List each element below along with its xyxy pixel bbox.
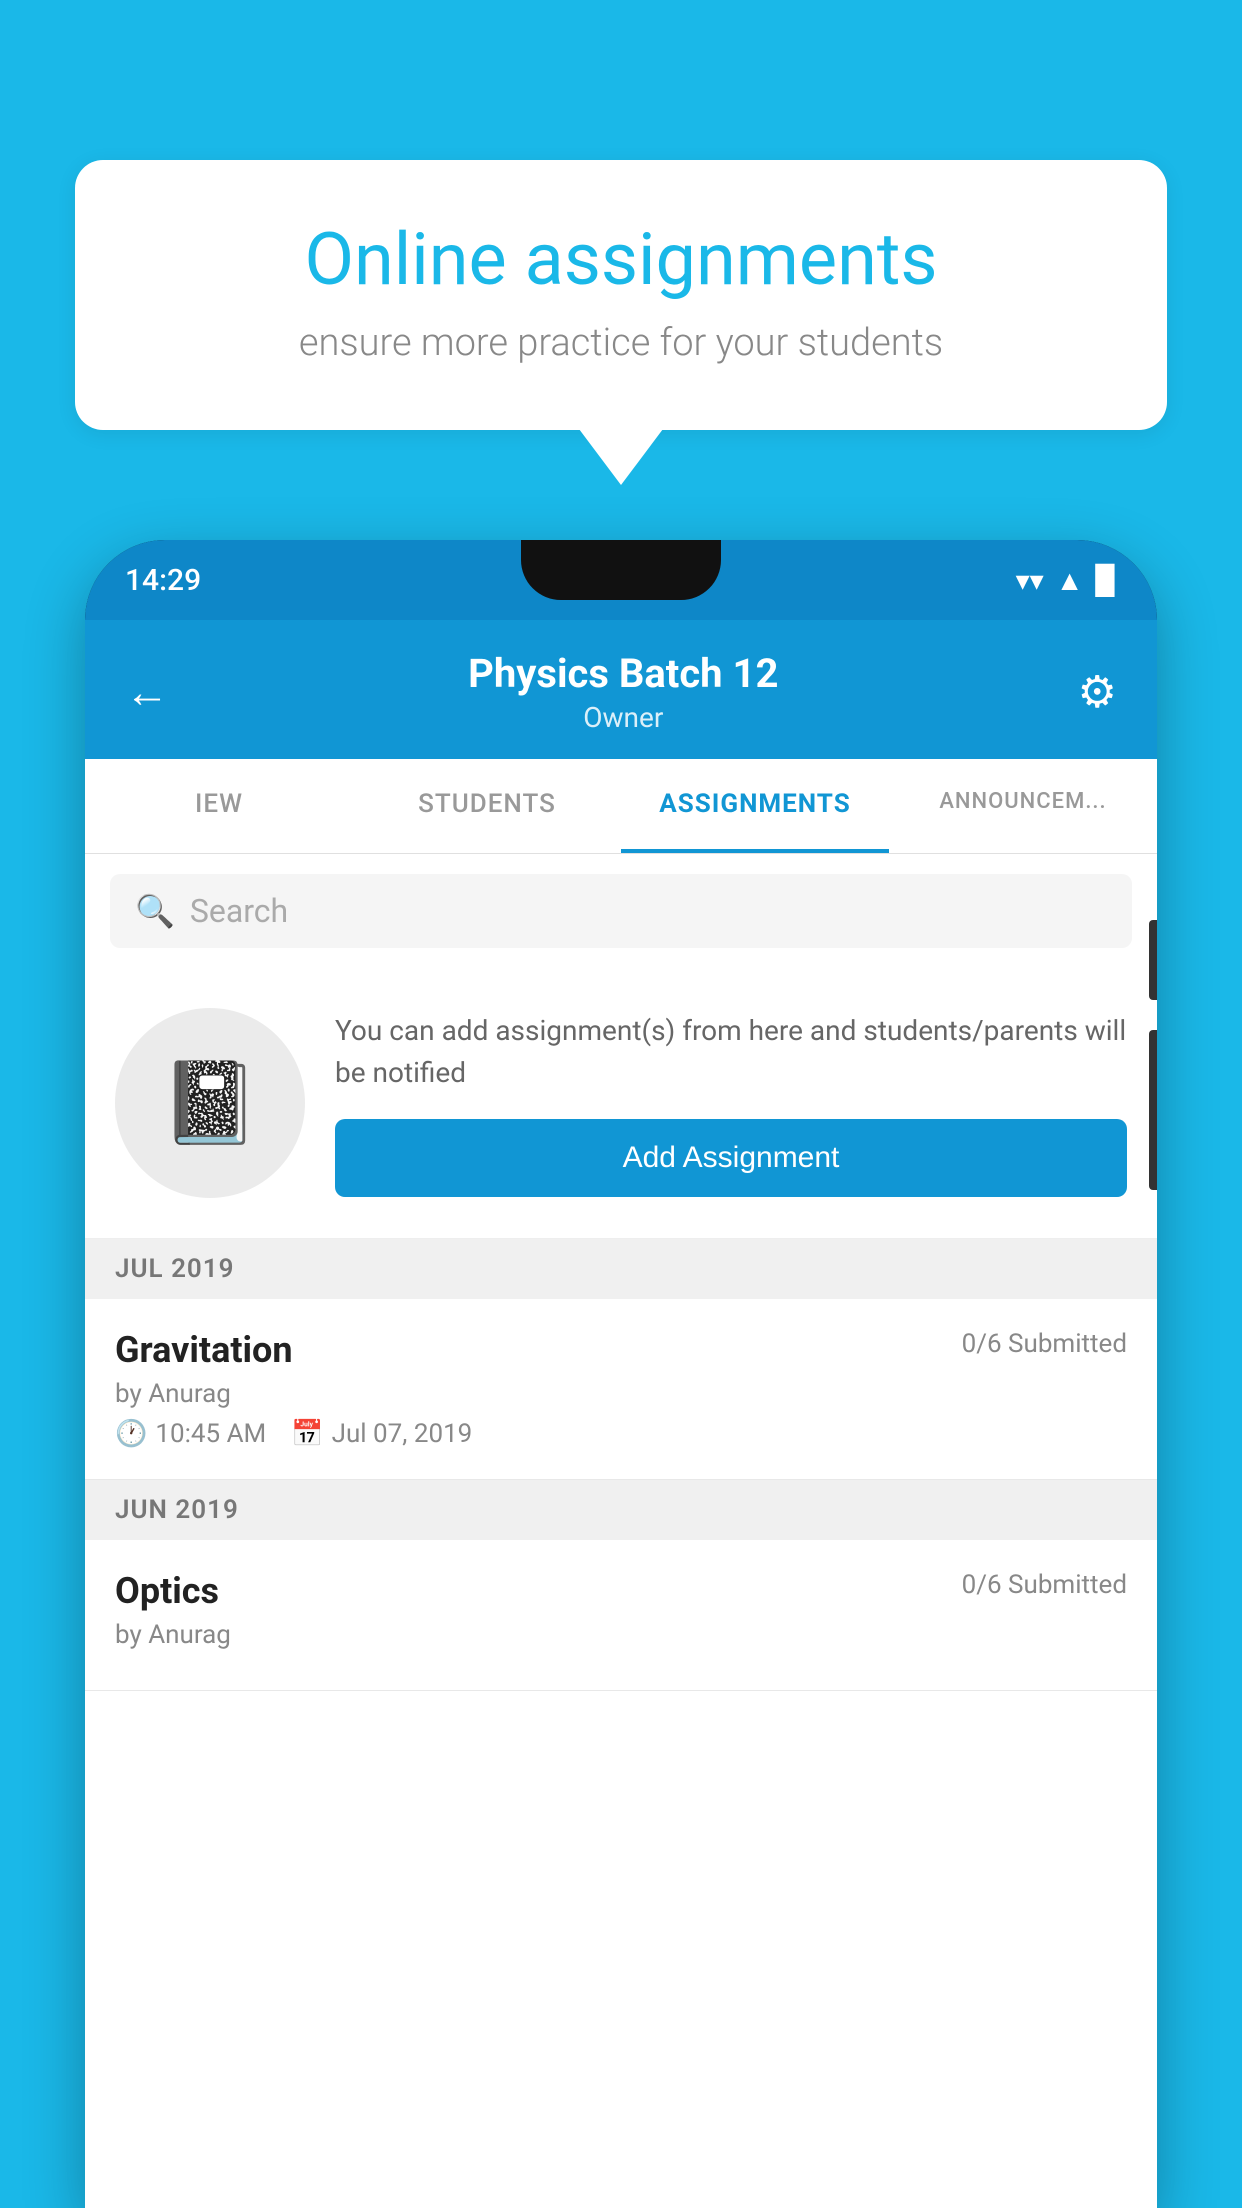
- calendar-icon: 📅: [291, 1419, 323, 1449]
- screen-content: 🔍 Search 📓 You can add assignment(s) fro…: [85, 854, 1157, 2208]
- tab-announcements[interactable]: ANNOUNCEM...: [889, 759, 1157, 853]
- add-assignment-section: 📓 You can add assignment(s) from here an…: [85, 968, 1157, 1239]
- wifi-icon: ▾▾: [1016, 564, 1044, 597]
- phone-frame: 14:29 ▾▾ ▲ ▉ ← Physics Batch 12 Owner ⚙ …: [85, 540, 1157, 2208]
- assignment-time-gravitation: 10:45 AM: [155, 1419, 266, 1449]
- assignment-item-header: Gravitation 0/6 Submitted: [115, 1329, 1127, 1371]
- search-bar[interactable]: 🔍 Search: [110, 874, 1132, 948]
- assignment-submitted-optics: 0/6 Submitted: [962, 1570, 1127, 1600]
- assignment-icon-circle: 📓: [115, 1008, 305, 1198]
- phone-side-btn-right: [1149, 920, 1157, 1000]
- assignment-by-optics: by Anurag: [115, 1620, 1127, 1650]
- speech-bubble-container: Online assignments ensure more practice …: [75, 160, 1167, 430]
- month-divider-jul2019: JUL 2019: [85, 1239, 1157, 1299]
- search-placeholder: Search: [190, 892, 288, 930]
- tabs-container: IEW STUDENTS ASSIGNMENTS ANNOUNCEM...: [85, 759, 1157, 854]
- speech-bubble-subtitle: ensure more practice for your students: [145, 321, 1097, 365]
- signal-icon: ▲: [1056, 564, 1084, 597]
- assignment-item-gravitation[interactable]: Gravitation 0/6 Submitted by Anurag 🕐 10…: [85, 1299, 1157, 1480]
- status-time: 14:29: [125, 563, 201, 598]
- assignment-name-gravitation: Gravitation: [115, 1329, 293, 1371]
- meta-date-gravitation: 📅 Jul 07, 2019: [291, 1419, 472, 1449]
- tab-assignments[interactable]: ASSIGNMENTS: [621, 759, 889, 853]
- search-icon: 🔍: [135, 892, 175, 930]
- assignment-meta-gravitation: 🕐 10:45 AM 📅 Jul 07, 2019: [115, 1419, 1127, 1449]
- speech-bubble-title: Online assignments: [145, 220, 1097, 299]
- add-assignment-button[interactable]: Add Assignment: [335, 1119, 1127, 1197]
- assignment-date-gravitation: Jul 07, 2019: [332, 1419, 473, 1449]
- meta-time-gravitation: 🕐 10:45 AM: [115, 1419, 266, 1449]
- header-subtitle: Owner: [468, 701, 778, 734]
- speech-bubble: Online assignments ensure more practice …: [75, 160, 1167, 430]
- search-bar-container: 🔍 Search: [85, 854, 1157, 968]
- settings-button[interactable]: ⚙: [1078, 666, 1117, 718]
- assignment-submitted-gravitation: 0/6 Submitted: [962, 1329, 1127, 1359]
- header-title-area: Physics Batch 12 Owner: [468, 650, 778, 734]
- add-assignment-right: You can add assignment(s) from here and …: [335, 1010, 1127, 1197]
- app-header: ← Physics Batch 12 Owner ⚙: [85, 620, 1157, 759]
- battery-icon: ▉: [1095, 564, 1117, 597]
- back-button[interactable]: ←: [125, 666, 169, 718]
- phone-notch: [521, 540, 721, 600]
- clock-icon: 🕐: [115, 1419, 147, 1449]
- status-icons: ▾▾ ▲ ▉: [1016, 564, 1117, 597]
- month-divider-jun2019: JUN 2019: [85, 1480, 1157, 1540]
- notebook-icon: 📓: [160, 1056, 260, 1150]
- tab-students[interactable]: STUDENTS: [353, 759, 621, 853]
- add-assignment-description: You can add assignment(s) from here and …: [335, 1010, 1127, 1094]
- header-title: Physics Batch 12: [468, 650, 778, 697]
- assignment-item-header-optics: Optics 0/6 Submitted: [115, 1570, 1127, 1612]
- assignment-name-optics: Optics: [115, 1570, 219, 1612]
- assignment-by-gravitation: by Anurag: [115, 1379, 1127, 1409]
- phone-side-btn-right2: [1149, 1030, 1157, 1190]
- tab-overview[interactable]: IEW: [85, 759, 353, 853]
- assignment-item-optics[interactable]: Optics 0/6 Submitted by Anurag: [85, 1540, 1157, 1691]
